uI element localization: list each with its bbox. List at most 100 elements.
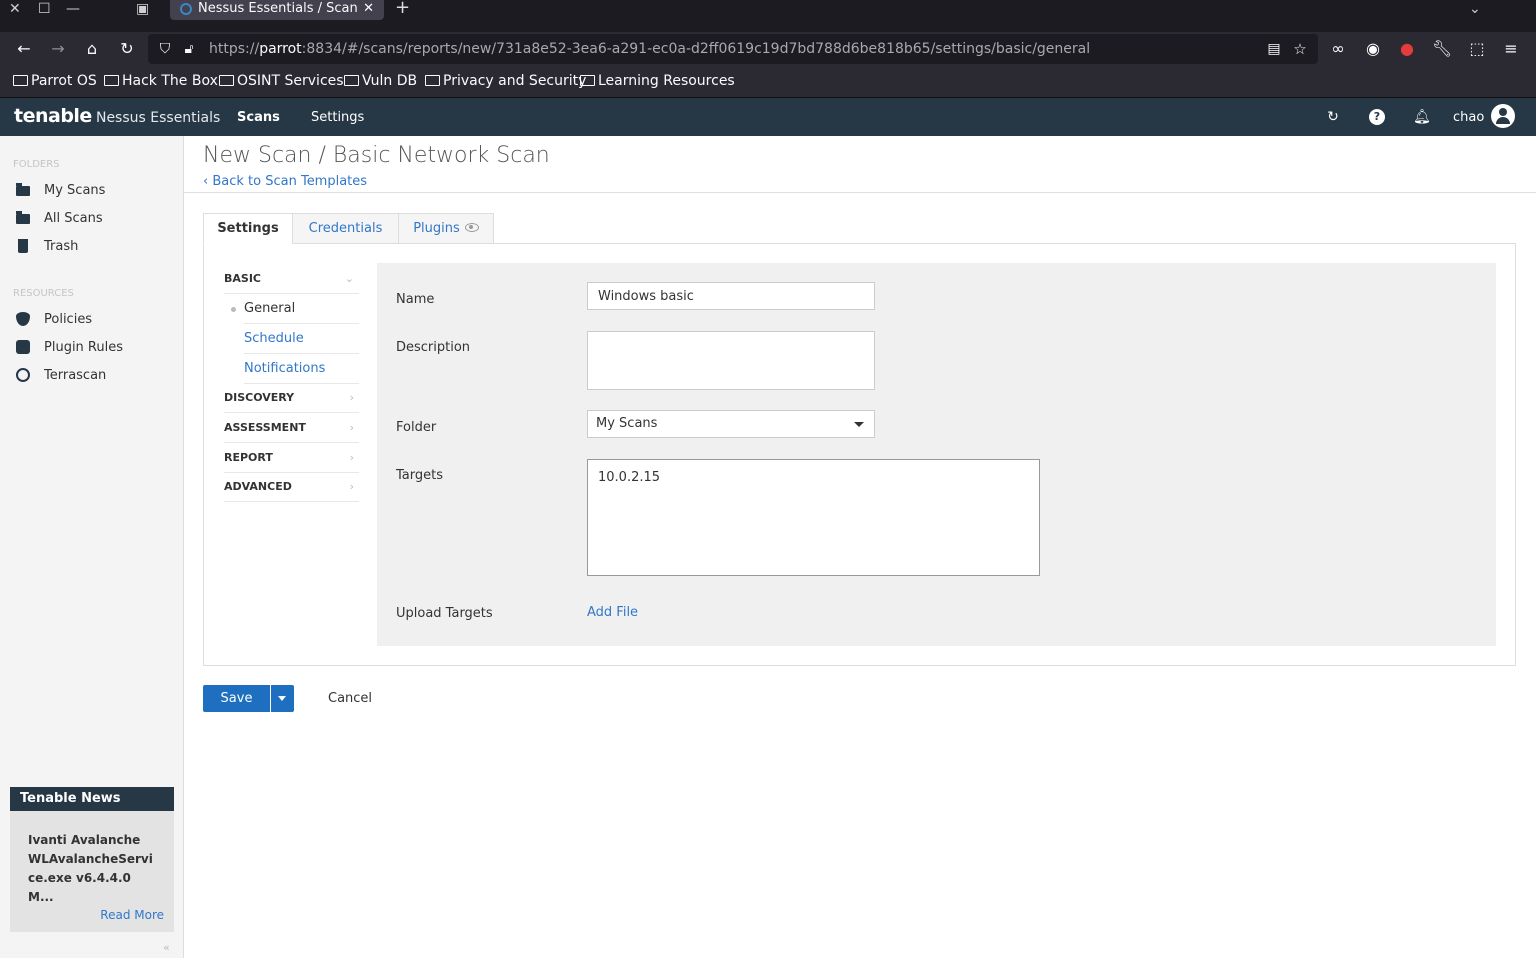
news-read-more-link[interactable]: Read More (100, 908, 164, 922)
menu-schedule[interactable]: Schedule (244, 324, 359, 354)
folder-icon (219, 75, 234, 86)
current-dot-icon (231, 307, 236, 312)
nav-scans[interactable]: Scans (237, 110, 280, 125)
browser-tab-title: Nessus Essentials / Scans (198, 1, 358, 16)
logo-brand: tenable (14, 105, 92, 127)
logo-product: Nessus Essentials (95, 110, 221, 126)
bookmark-star-icon[interactable]: ☆ (1289, 38, 1311, 60)
description-field[interactable] (587, 331, 875, 390)
description-label: Description (396, 340, 471, 355)
news-headline[interactable]: Ivanti Avalanche WLAvalancheService.exe … (10, 811, 174, 907)
menu-assessment-label: ASSESSMENT (224, 421, 306, 434)
sidebar-item-terrascan[interactable]: Terrascan (0, 363, 183, 389)
bookmark-hack-the-box[interactable]: Hack The Box (104, 73, 218, 89)
tenable-logo[interactable]: tenable Nessus Essentials (14, 105, 220, 127)
folder-icon (344, 75, 359, 86)
add-file-link[interactable]: Add File (587, 605, 638, 620)
sidebar-section-resources: RESOURCES (13, 288, 74, 299)
menu-basic[interactable]: BASIC ⌄ (224, 264, 359, 294)
tab-credentials[interactable]: Credentials (292, 213, 399, 244)
save-dropdown-icon[interactable] (271, 685, 294, 712)
tab-close-icon[interactable]: ✕ (363, 1, 374, 16)
nav-settings[interactable]: Settings (311, 110, 364, 125)
window-maximize-icon[interactable]: ☐ (38, 0, 51, 18)
user-name[interactable]: chao (1453, 110, 1484, 125)
tab-settings[interactable]: Settings (203, 213, 293, 244)
extension-infinity-icon[interactable]: ∞ (1327, 38, 1349, 60)
app-header: tenable Nessus Essentials Scans Settings… (0, 98, 1536, 136)
settings-panel: BASIC ⌄ General Schedule Notifications DI… (203, 243, 1516, 666)
back-link-label: Back to Scan Templates (212, 174, 368, 189)
menu-report[interactable]: REPORT › (224, 443, 359, 473)
window-minimize-icon[interactable]: — (66, 0, 80, 18)
tab-list-chevron-icon[interactable]: ⌄ (1469, 0, 1481, 18)
menu-advanced[interactable]: ADVANCED › (224, 472, 359, 502)
cancel-button[interactable]: Cancel (328, 691, 372, 706)
folder-icon (13, 75, 28, 86)
menu-notifications[interactable]: Notifications (244, 354, 359, 384)
account-icon[interactable]: ◉ (1362, 38, 1384, 60)
sidebar-item-all-scans[interactable]: All Scans (0, 206, 183, 232)
folder-select-value: My Scans (596, 416, 658, 431)
sidebar-item-plugin-rules[interactable]: Plugin Rules (0, 335, 183, 361)
bookmarks-bar: Parrot OS Hack The Box OSINT Services Vu… (0, 66, 1536, 98)
folder-icon (16, 211, 30, 224)
bookmark-learning-resources[interactable]: Learning Resources (580, 73, 735, 89)
sidebar: FOLDERS My Scans All Scans Trash RESOURC… (0, 136, 184, 958)
address-bar[interactable]: ⛉ 🔓︎ https://parrot:8834/#/scans/reports… (148, 34, 1318, 64)
user-avatar-icon[interactable] (1491, 104, 1515, 128)
reader-view-icon[interactable]: ▤ (1263, 38, 1285, 60)
plugin-rules-icon (16, 340, 30, 354)
bookmark-vuln-db[interactable]: Vuln DB (344, 73, 417, 89)
hamburger-menu-icon[interactable]: ≡ (1500, 38, 1522, 60)
lock-warning-icon[interactable]: 🔓︎ (178, 38, 200, 60)
menu-general-label: General (244, 301, 296, 316)
folder-icon (580, 75, 595, 86)
sidebar-item-my-scans[interactable]: My Scans (0, 178, 183, 204)
terrascan-icon (16, 368, 30, 382)
targets-field[interactable]: 10.0.2.15 (587, 459, 1040, 576)
name-field[interactable] (587, 282, 875, 310)
menu-assessment[interactable]: ASSESSMENT › (224, 413, 359, 443)
help-icon[interactable]: ? (1369, 109, 1385, 125)
extensions-puzzle-icon[interactable]: ⬚ (1466, 38, 1488, 60)
ublock-icon[interactable]: ● (1396, 38, 1418, 60)
chevron-down-icon: ⌄ (344, 272, 354, 285)
sidebar-item-label: Policies (44, 312, 93, 327)
back-arrow-icon[interactable]: ← (13, 38, 35, 60)
back-to-templates-link[interactable]: ‹ Back to Scan Templates (203, 174, 367, 189)
tab-plugins-label: Plugins (413, 221, 460, 236)
sidebar-item-policies[interactable]: Policies (0, 307, 183, 333)
name-label: Name (396, 292, 435, 307)
folder-label: Folder (396, 420, 437, 435)
bell-icon[interactable]: 🔔︎ (1413, 109, 1431, 125)
folder-select[interactable]: My Scans (587, 410, 875, 438)
chevron-right-icon: › (349, 421, 354, 434)
window-close-icon[interactable]: ✕ (9, 0, 21, 18)
shield-icon[interactable]: ⛉ (154, 38, 176, 60)
forward-arrow-icon[interactable]: → (47, 38, 69, 60)
tab-overview-icon[interactable]: ▣ (136, 0, 149, 18)
folder-icon (16, 183, 30, 196)
folder-icon (104, 75, 119, 86)
menu-discovery[interactable]: DISCOVERY › (224, 383, 359, 413)
save-button[interactable]: Save (203, 685, 270, 712)
bookmark-parrot-os[interactable]: Parrot OS (13, 73, 97, 89)
browser-tab-active[interactable]: Nessus Essentials / Scans ✕ (170, 0, 384, 20)
chevron-right-icon: › (349, 391, 354, 404)
new-tab-icon[interactable]: + (395, 0, 410, 17)
sidebar-item-trash[interactable]: Trash (0, 234, 183, 260)
bookmark-osint-services[interactable]: OSINT Services (219, 73, 344, 89)
tab-plugins[interactable]: Plugins (398, 213, 494, 244)
upload-targets-label: Upload Targets (396, 606, 493, 621)
eye-icon (464, 223, 479, 232)
menu-basic-label: BASIC (224, 272, 261, 285)
wrench-icon[interactable]: 🔧︎ (1431, 38, 1453, 60)
sidebar-collapse-icon[interactable]: « (163, 941, 170, 954)
bookmark-privacy-security[interactable]: Privacy and Security (425, 73, 586, 89)
home-icon[interactable]: ⌂ (81, 38, 103, 60)
reload-icon[interactable]: ↻ (116, 38, 138, 60)
targets-label: Targets (396, 468, 443, 483)
menu-general[interactable]: General (231, 294, 359, 324)
refresh-icon[interactable]: ↻ (1325, 109, 1341, 125)
